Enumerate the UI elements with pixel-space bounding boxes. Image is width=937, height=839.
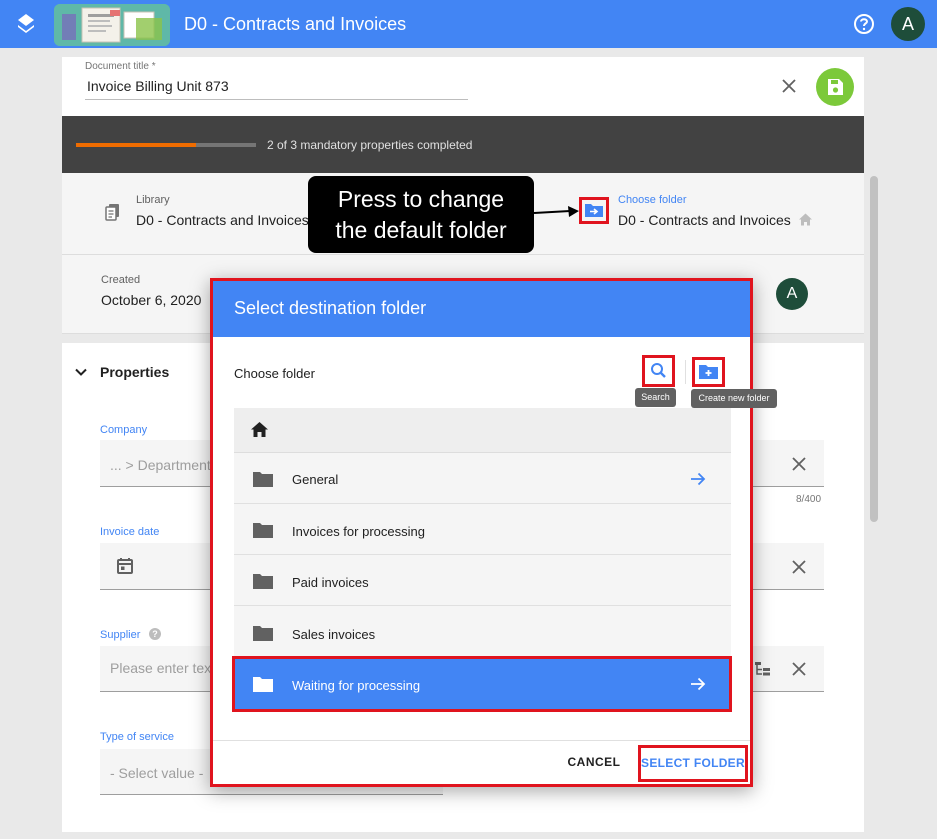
toolbar-divider [685, 360, 686, 384]
user-avatar[interactable]: A [891, 7, 925, 41]
dialog-footer-divider [213, 740, 750, 741]
close-icon[interactable] [791, 559, 807, 575]
instruction-callout: Press to change the default folder [308, 176, 534, 253]
folder-list-home-row[interactable] [234, 408, 731, 453]
tree-list-icon[interactable] [754, 661, 772, 677]
properties-title[interactable]: Properties [100, 364, 169, 380]
home-icon [799, 213, 812, 226]
character-counter: 8/400 [796, 494, 822, 505]
app-banner-image [54, 4, 170, 46]
callout-arrow-icon [534, 206, 579, 217]
service-type-label: Type of service [100, 731, 174, 743]
folder-icon [253, 626, 273, 641]
current-folder-value: D0 - Contracts and Invoices [618, 212, 791, 228]
stack-logo-icon[interactable] [16, 12, 36, 36]
company-field-text: ... > Department [110, 457, 211, 473]
callout-line-2: the default folder [335, 217, 507, 243]
arrow-right-icon[interactable] [689, 675, 707, 693]
save-icon [828, 79, 843, 95]
supplier-field-text: Please enter tex [110, 660, 212, 676]
close-icon[interactable] [791, 661, 807, 677]
search-button[interactable] [642, 355, 675, 387]
document-title-underline [85, 99, 468, 100]
folder-name: Waiting for processing [292, 678, 421, 693]
search-tooltip: Search [635, 388, 676, 407]
create-folder-icon [699, 365, 718, 379]
folder-name: Invoices for processing [292, 524, 425, 539]
cancel-button[interactable]: CANCEL [565, 755, 623, 772]
supplier-label: Supplier [100, 629, 141, 641]
creator-avatar: A [776, 278, 808, 310]
choose-folder-heading: Choose folder [234, 366, 315, 381]
close-icon[interactable] [780, 77, 798, 95]
calendar-icon[interactable] [116, 557, 134, 575]
help-icon[interactable]: ? [149, 628, 161, 640]
choose-folder-label[interactable]: Choose folder [618, 194, 687, 206]
create-folder-tooltip: Create new folder [691, 389, 777, 408]
save-button[interactable] [816, 68, 854, 106]
folder-icon [253, 677, 273, 692]
service-type-text: - Select value - [110, 765, 204, 781]
search-icon [651, 363, 666, 378]
document-title-input[interactable]: Invoice Billing Unit 873 [87, 78, 229, 94]
invoice-date-label: Invoice date [100, 526, 160, 538]
document-title-label: Document title * [85, 61, 156, 72]
library-label: Library [136, 194, 170, 206]
close-icon[interactable] [791, 456, 807, 472]
svg-text:?: ? [152, 629, 158, 639]
chevron-down-icon[interactable] [74, 365, 88, 379]
arrow-right-icon[interactable] [689, 470, 707, 488]
folder-icon [253, 574, 273, 589]
choose-folder-button[interactable] [579, 197, 609, 224]
folder-name: General [292, 472, 339, 487]
progress-text: 2 of 3 mandatory properties completed [267, 138, 473, 152]
library-icon [105, 204, 119, 221]
library-value: D0 - Contracts and Invoices [136, 212, 309, 228]
scrollbar-thumb[interactable] [870, 176, 878, 522]
app-title: D0 - Contracts and Invoices [184, 14, 407, 34]
folder-icon [253, 472, 273, 487]
dialog-title: Select destination folder [234, 298, 427, 318]
company-label: Company [100, 424, 148, 436]
created-label: Created [101, 274, 141, 286]
created-value: October 6, 2020 [101, 292, 202, 308]
home-icon[interactable] [250, 420, 269, 439]
create-folder-button[interactable] [692, 357, 725, 387]
callout-line-1: Press to change [337, 186, 505, 212]
folder-name: Sales invoices [292, 627, 376, 642]
progress-fill [76, 143, 196, 147]
folder-icon [253, 523, 273, 538]
folder-name: Paid invoices [292, 575, 369, 590]
folder-move-icon [585, 204, 603, 217]
help-circle-icon[interactable] [853, 13, 875, 35]
select-folder-button[interactable]: SELECT FOLDER [638, 745, 748, 782]
